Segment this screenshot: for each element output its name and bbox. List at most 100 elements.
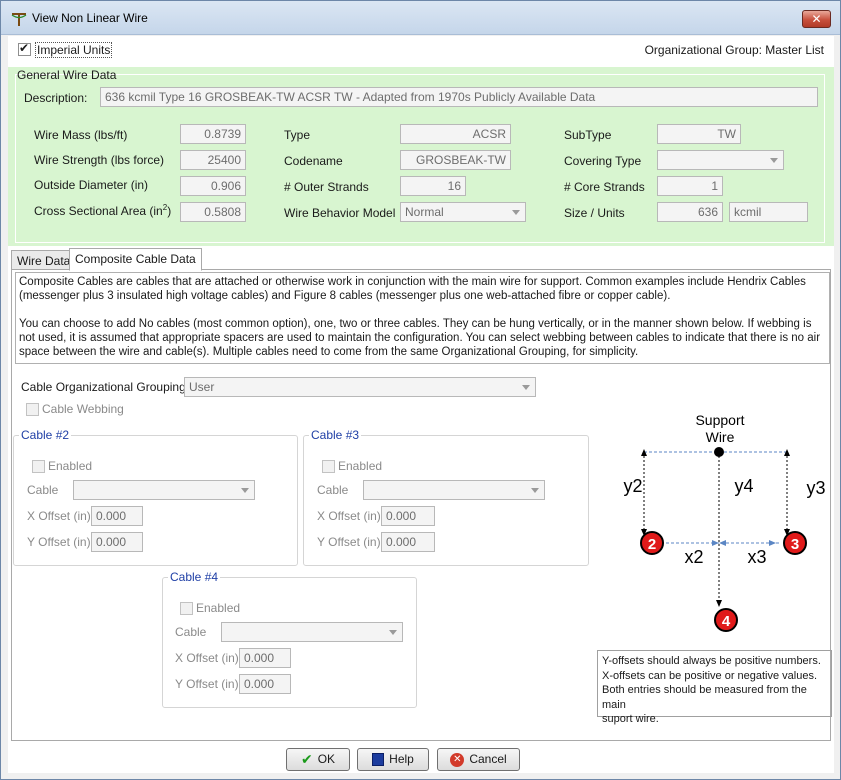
arrowhead-icon — [719, 540, 726, 546]
cable-3-marker-label: 3 — [791, 536, 799, 553]
cancel-button[interactable]: ✕ Cancel — [437, 748, 520, 771]
window-title: View Non Linear Wire — [32, 11, 148, 25]
cable-2-y-field[interactable]: 0.000 — [91, 532, 143, 552]
cable-2-group: Cable #2 Enabled Cable X Offset (in) 0.0… — [13, 428, 298, 566]
cable-4-enabled-label: Enabled — [196, 601, 241, 615]
cable-4-enabled-checkbox[interactable] — [180, 602, 193, 615]
info-paragraph-1: Composite Cables are cables that are att… — [19, 276, 806, 302]
tab-wire-data[interactable]: Wire Data — [11, 250, 77, 271]
help-button[interactable]: Help — [357, 748, 429, 771]
chevron-down-icon — [522, 385, 530, 390]
type-label: Type — [284, 128, 311, 142]
chevron-down-icon — [512, 210, 520, 215]
arrowhead-icon — [769, 540, 776, 546]
tab-composite-cable-data[interactable]: Composite Cable Data — [69, 248, 202, 271]
chevron-down-icon — [531, 488, 539, 493]
outside-diameter-field[interactable]: 0.906 — [180, 176, 246, 196]
x2-label: x2 — [684, 547, 703, 567]
behavior-label: Wire Behavior Model — [284, 206, 396, 220]
cable-4-title: Cable #4 — [168, 570, 221, 584]
y3-label: y3 — [806, 478, 825, 498]
cable-org-label: Cable Organizational Grouping — [21, 380, 186, 394]
cable-4-x-label: X Offset (in) — [175, 651, 239, 665]
support-wire-dot — [714, 447, 724, 457]
core-strands-field[interactable]: 1 — [657, 176, 723, 196]
cable-4-y-field[interactable]: 0.000 — [239, 674, 291, 694]
dialog-window: View Non Linear Wire ✕ ✔ Imperial Units … — [0, 0, 841, 780]
cable-2-cable-label: Cable — [27, 483, 59, 497]
title-bar[interactable]: View Non Linear Wire ✕ — [1, 1, 840, 35]
wire-mass-field[interactable]: 0.8739 — [180, 124, 246, 144]
cable-3-combo[interactable] — [363, 480, 545, 500]
close-icon: ✕ — [811, 12, 822, 26]
x3-label: x3 — [747, 547, 766, 567]
imperial-units-checkbox[interactable]: ✔ — [18, 41, 31, 56]
org-group-label: Organizational Group: Master List — [644, 43, 824, 57]
cable-4-y-label: Y Offset (in) — [175, 677, 239, 691]
units-field[interactable]: kcmil — [729, 202, 808, 222]
y2-label: y2 — [623, 476, 642, 496]
cable-4-combo[interactable] — [221, 622, 403, 642]
type-field[interactable]: ACSR — [400, 124, 511, 144]
help-book-icon — [372, 753, 385, 767]
subtype-field[interactable]: TW — [657, 124, 741, 144]
cable-2-marker-label: 2 — [648, 536, 656, 553]
description-field[interactable]: 636 kcmil Type 16 GROSBEAK-TW ACSR TW - … — [100, 87, 818, 107]
arrowhead-icon — [712, 540, 719, 546]
imperial-units-label: Imperial Units — [35, 42, 113, 58]
chevron-down-icon — [770, 158, 778, 163]
app-icon — [11, 13, 27, 26]
cable-webbing-label: Cable Webbing — [42, 402, 124, 416]
codename-label: Codename — [284, 154, 343, 168]
wire-mass-label: Wire Mass (lbs/ft) — [34, 128, 128, 142]
outer-strands-field[interactable]: 16 — [400, 176, 466, 196]
cable-2-y-label: Y Offset (in) — [27, 535, 91, 549]
description-label: Description: — [24, 91, 88, 105]
cable-2-title: Cable #2 — [19, 428, 72, 442]
behavior-combo[interactable]: Normal — [400, 202, 526, 222]
support-wire-label-1: Support — [695, 412, 744, 428]
cable-4-cable-label: Cable — [175, 625, 207, 639]
cable-webbing-checkbox[interactable] — [26, 403, 39, 416]
covering-type-combo[interactable] — [657, 150, 784, 170]
cable-3-x-label: X Offset (in) — [317, 509, 381, 523]
cable-3-enabled-checkbox[interactable] — [322, 460, 335, 473]
cable-4-x-field[interactable]: 0.000 — [239, 648, 291, 668]
composite-cable-panel: Composite Cables are cables that are att… — [11, 269, 832, 741]
ok-button[interactable]: ✔ OK — [286, 748, 350, 771]
cross-section-label: Cross Sectional Area (in2) — [34, 203, 172, 218]
size-units-label: Size / Units — [564, 206, 625, 220]
wire-strength-label: Wire Strength (lbs force) — [34, 153, 165, 167]
cable-org-combo[interactable]: User — [184, 377, 536, 397]
y4-label: y4 — [734, 476, 753, 496]
cable-3-title: Cable #3 — [309, 428, 362, 442]
cable-2-x-label: X Offset (in) — [27, 509, 91, 523]
cable-2-enabled-checkbox[interactable] — [32, 460, 45, 473]
cable-4-marker-label: 4 — [722, 613, 731, 630]
cable-3-y-label: Y Offset (in) — [317, 535, 381, 549]
size-field[interactable]: 636 — [657, 202, 723, 222]
cable-2-enabled-label: Enabled — [48, 459, 93, 473]
cable-2-x-field[interactable]: 0.000 — [91, 506, 143, 526]
chevron-down-icon — [389, 630, 397, 635]
chevron-down-icon — [241, 488, 249, 493]
wire-strength-field[interactable]: 25400 — [180, 150, 246, 170]
codename-field[interactable]: GROSBEAK-TW — [400, 150, 511, 170]
general-wire-data-title: General Wire Data — [17, 68, 117, 82]
cancel-icon: ✕ — [450, 752, 465, 767]
cable-3-cable-label: Cable — [317, 483, 349, 497]
cross-section-field[interactable]: 0.5808 — [180, 202, 246, 222]
cable-3-y-field[interactable]: 0.000 — [381, 532, 435, 552]
cable-3-x-field[interactable]: 0.000 — [381, 506, 435, 526]
general-wire-data-panel: General Wire Data Description: 636 kcmil… — [8, 67, 834, 246]
info-text-box: Composite Cables are cables that are att… — [15, 272, 830, 364]
cable-2-combo[interactable] — [73, 480, 255, 500]
outer-strands-label: # Outer Strands — [284, 180, 369, 194]
check-icon: ✔ — [19, 41, 30, 55]
close-button[interactable]: ✕ — [802, 10, 831, 28]
support-wire-label-2: Wire — [706, 429, 735, 445]
cable-3-group: Cable #3 Enabled Cable X Offset (in) 0.0… — [303, 428, 589, 566]
cable-offset-diagram: Support Wire y2 y4 y3 x2 x3 2 3 4 — [623, 412, 826, 632]
subtype-label: SubType — [564, 128, 612, 142]
outside-diameter-label: Outside Diameter (in) — [34, 178, 149, 192]
